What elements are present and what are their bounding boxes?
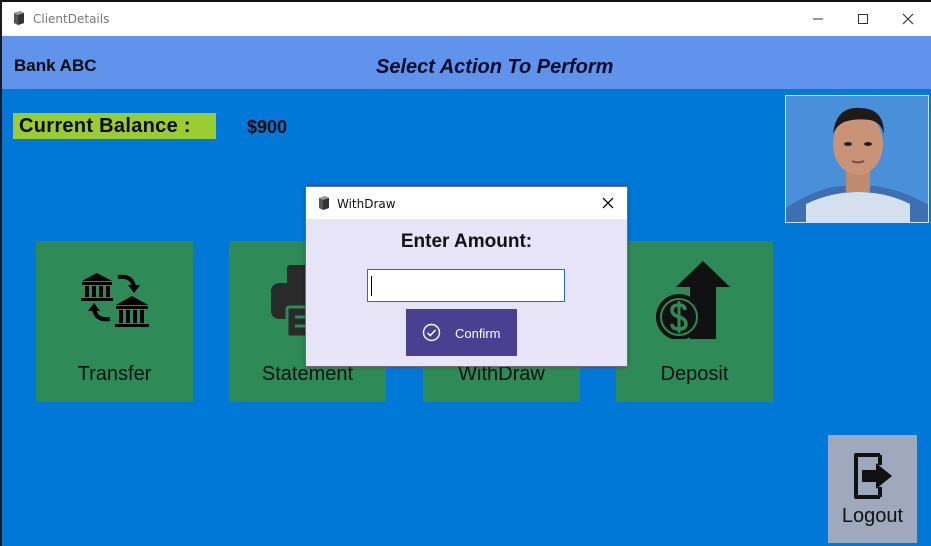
current-balance-label: Current Balance :: [13, 113, 216, 139]
client-photo-image: [786, 96, 928, 222]
minimize-icon: [813, 18, 823, 20]
current-balance-value: $900: [247, 117, 288, 137]
action-title: Select Action To Perform: [376, 56, 614, 78]
close-icon: [902, 13, 914, 25]
logout-icon: [854, 453, 892, 499]
window-title: ClientDetails: [33, 12, 110, 26]
amount-input[interactable]: [367, 269, 565, 302]
deposit-tile[interactable]: Deposit: [616, 241, 773, 402]
transfer-tile[interactable]: Transfer: [36, 241, 193, 402]
logout-button[interactable]: Logout: [828, 435, 917, 543]
dialog-title-bar: WithDraw: [306, 187, 627, 219]
client-details-window: ClientDetails Bank ABC Select Action To …: [0, 0, 931, 546]
close-icon: [602, 197, 614, 209]
client-photo: [785, 95, 929, 223]
app-icon: [14, 11, 24, 25]
text-caret: [371, 276, 372, 296]
confirm-label: Confirm: [455, 326, 501, 341]
deposit-label: Deposit: [660, 363, 729, 385]
dialog-close-button[interactable]: [596, 191, 620, 215]
minimize-button[interactable]: [795, 2, 841, 36]
check-circle-icon: [422, 323, 441, 342]
close-button[interactable]: [885, 2, 931, 36]
maximize-button[interactable]: [840, 2, 886, 36]
dollar-deposit-icon: [656, 261, 730, 339]
bank-name: Bank ABC: [14, 56, 97, 75]
header-bar: Bank ABC Select Action To Perform: [0, 36, 931, 89]
logout-label: Logout: [841, 505, 904, 527]
withdraw-dialog: WithDraw Enter Amount: Confirm: [305, 186, 628, 367]
dialog-app-icon: [319, 196, 329, 210]
amount-prompt: Enter Amount:: [400, 231, 533, 252]
bank-transfer-icon: [81, 273, 149, 327]
title-bar: ClientDetails: [0, 0, 931, 36]
transfer-label: Transfer: [77, 363, 152, 385]
maximize-icon: [858, 14, 868, 24]
dialog-title: WithDraw: [337, 197, 396, 211]
confirm-button[interactable]: Confirm: [406, 309, 517, 356]
